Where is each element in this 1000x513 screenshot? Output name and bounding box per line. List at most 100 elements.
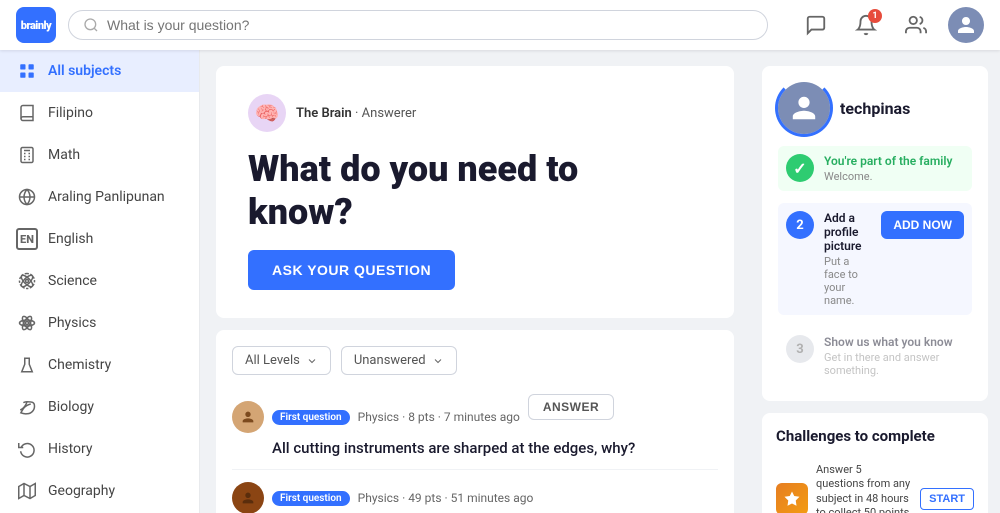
sidebar-item-all-subjects[interactable]: All subjects — [0, 50, 199, 92]
sidebar-item-filipino[interactable]: Filipino — [0, 92, 199, 134]
en-icon: EN — [16, 228, 38, 250]
profile-username: techpinas — [840, 99, 910, 118]
challenge-start-button[interactable]: START — [920, 488, 974, 510]
challenge-item: Answer 5 questions from any subject in 4… — [776, 455, 974, 513]
sidebar-item-geography[interactable]: Geography — [0, 470, 199, 512]
challenge-badge-orange — [776, 483, 808, 513]
book-icon — [16, 102, 38, 124]
challenges-title: Challenges to complete — [776, 427, 974, 445]
search-bar — [68, 10, 768, 40]
profile-top: techpinas — [778, 82, 972, 134]
sidebar-label: Geography — [48, 483, 115, 499]
profile-step-2: 2 Add a profile picture Put a face to yo… — [778, 203, 972, 315]
sidebar-label: History — [48, 441, 93, 457]
hero-role: · Answerer — [355, 106, 416, 121]
step-title: You're part of the family — [824, 154, 964, 168]
brain-emoji: 🧠 — [255, 101, 280, 125]
feed-filters: All Levels Unanswered — [232, 346, 718, 375]
header: brainly 1 — [0, 0, 1000, 50]
step-subtitle: Welcome. — [824, 170, 964, 183]
sidebar-item-chemistry[interactable]: Chemistry — [0, 344, 199, 386]
question-item: First question Physics · 8 pts · 7 minut… — [232, 389, 718, 470]
question-meta: First question Physics · 49 pts · 51 min… — [232, 482, 718, 513]
sidebar-item-science[interactable]: Science — [0, 260, 199, 302]
status-filter-dropdown[interactable]: Unanswered — [341, 346, 457, 375]
sidebar-label: English — [48, 231, 93, 247]
hero-top: 🧠 The Brain · Answerer — [248, 94, 702, 132]
step-title: Show us what you know — [824, 335, 964, 349]
chat-button[interactable] — [798, 7, 834, 43]
map-icon — [16, 480, 38, 502]
history-icon — [16, 438, 38, 460]
chevron-down-icon — [306, 355, 318, 367]
feed-card: All Levels Unanswered First question Phy… — [216, 330, 734, 513]
search-icon — [83, 17, 99, 33]
sidebar-item-physics[interactable]: Physics — [0, 302, 199, 344]
physics-icon — [16, 312, 38, 334]
grid-icon — [16, 60, 38, 82]
first-question-badge: First question — [272, 410, 350, 425]
logo[interactable]: brainly — [16, 7, 56, 43]
profile-card: techpinas ✓ You're part of the family We… — [762, 66, 988, 401]
logo-text: brainly — [21, 19, 52, 32]
hero-meta: The Brain · Answerer — [296, 106, 416, 121]
sidebar-item-history[interactable]: History — [0, 428, 199, 470]
notifications-button[interactable]: 1 — [848, 7, 884, 43]
header-icons: 1 — [798, 7, 984, 43]
challenge-info: Answer 5 questions from any subject in 4… — [816, 463, 912, 513]
challenge-description: Answer 5 questions from any subject in 4… — [816, 463, 912, 513]
community-button[interactable] — [898, 7, 934, 43]
step-text: You're part of the family Welcome. — [824, 154, 964, 183]
question-user-avatar — [232, 482, 264, 513]
brain-avatar: 🧠 — [248, 94, 286, 132]
leaf-icon — [16, 396, 38, 418]
profile-avatar — [778, 82, 830, 134]
sidebar-label: All subjects — [48, 63, 121, 79]
right-panel: techpinas ✓ You're part of the family We… — [750, 50, 1000, 513]
hero-title: What do you need to know? — [248, 148, 702, 234]
sidebar: All subjects Filipino Math Araling Panli… — [0, 50, 200, 513]
status-filter-label: Unanswered — [354, 353, 426, 368]
ask-question-button[interactable]: ASK YOUR QUESTION — [248, 250, 455, 290]
sidebar-item-math[interactable]: Math — [0, 134, 199, 176]
main-layout: All subjects Filipino Math Araling Panli… — [0, 50, 1000, 513]
profile-step-3: 3 Show us what you know Get in there and… — [778, 327, 972, 385]
question-text: All cutting instruments are sharped at t… — [272, 439, 718, 457]
challenge-list: Answer 5 questions from any subject in 4… — [776, 455, 974, 513]
sidebar-item-araling[interactable]: Araling Panlipunan — [0, 176, 199, 218]
chat-icon — [805, 14, 827, 36]
step-text: Show us what you know Get in there and a… — [824, 335, 964, 377]
question-meta: First question Physics · 8 pts · 7 minut… — [232, 401, 718, 433]
sidebar-item-english[interactable]: EN English — [0, 218, 199, 260]
question-item: First question Physics · 49 pts · 51 min… — [232, 470, 718, 513]
level-filter-dropdown[interactable]: All Levels — [232, 346, 331, 375]
first-question-badge: First question — [272, 491, 350, 506]
user-avatar[interactable] — [948, 7, 984, 43]
users-icon — [905, 14, 927, 36]
sidebar-label: Filipino — [48, 105, 93, 121]
step-title: Add a profile picture — [824, 211, 871, 253]
step-subtitle: Put a face to your name. — [824, 255, 871, 307]
person-icon — [956, 15, 976, 35]
globe-icon — [16, 186, 38, 208]
profile-progress-ring — [775, 79, 833, 137]
step-check-icon: ✓ — [786, 154, 814, 182]
question-subject: Physics · 49 pts · 51 minutes ago — [358, 491, 534, 505]
sidebar-item-biology[interactable]: Biology — [0, 386, 199, 428]
sidebar-label: Physics — [48, 315, 96, 331]
sidebar-label: Araling Panlipunan — [48, 189, 165, 205]
question-subject: Physics · 8 pts · 7 minutes ago — [358, 410, 520, 424]
search-input[interactable] — [107, 17, 753, 33]
question-user-avatar — [232, 401, 264, 433]
step-number-3: 3 — [786, 335, 814, 363]
hero-card: 🧠 The Brain · Answerer What do you need … — [216, 66, 734, 318]
add-now-button[interactable]: ADD NOW — [881, 211, 964, 239]
step-number-2: 2 — [786, 211, 814, 239]
sidebar-label: Biology — [48, 399, 94, 415]
step-text: Add a profile picture Put a face to your… — [824, 211, 871, 307]
level-filter-label: All Levels — [245, 353, 300, 368]
answer-button[interactable]: ANSWER — [528, 394, 614, 420]
sidebar-label: Science — [48, 273, 97, 289]
challenges-card: Challenges to complete Answer 5 question… — [762, 413, 988, 513]
calculator-icon — [16, 144, 38, 166]
